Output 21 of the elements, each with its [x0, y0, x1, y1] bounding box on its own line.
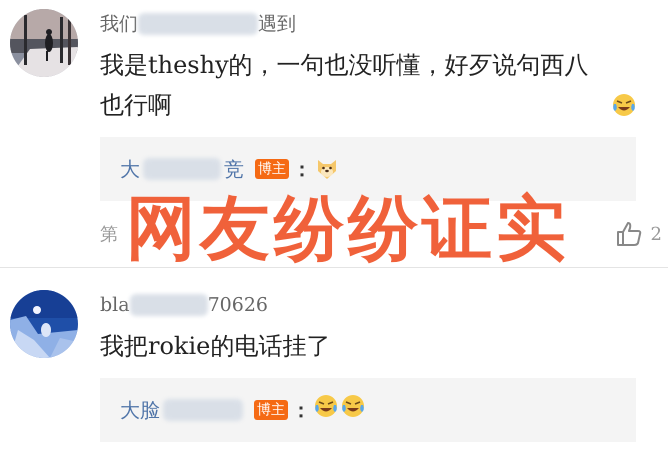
colon-text: ： [291, 397, 311, 424]
colon-text: ： [292, 156, 312, 183]
author-badge: 博主 [255, 159, 289, 179]
author-badge: 博主 [254, 400, 288, 420]
floor-text: 第 [100, 222, 118, 246]
username-text[interactable]: 遇到 [258, 10, 296, 38]
laughing-face-icon [612, 93, 636, 117]
caption-text: 网友纷纷证实 [126, 188, 570, 268]
reply-username[interactable]: 大脸 [120, 395, 160, 425]
username-text[interactable]: bla [100, 290, 130, 320]
reply-username[interactable]: 竞 [224, 154, 244, 184]
reply-username[interactable]: 大 [120, 154, 140, 184]
thumbs-up-icon[interactable] [614, 220, 643, 248]
laughing-face-icon [341, 394, 365, 418]
like-count: 2 [650, 222, 662, 246]
dog-face-icon [315, 157, 339, 181]
laughing-face-icon [314, 394, 338, 418]
username-text[interactable]: 70626 [208, 290, 268, 320]
comment-text: 我把rokie的电话挂了 [100, 331, 330, 362]
comment-text: 我是theshy的，一句也没听懂，好歹说句西八也行啊 [100, 50, 590, 121]
username-text[interactable]: 我们 [100, 10, 138, 38]
